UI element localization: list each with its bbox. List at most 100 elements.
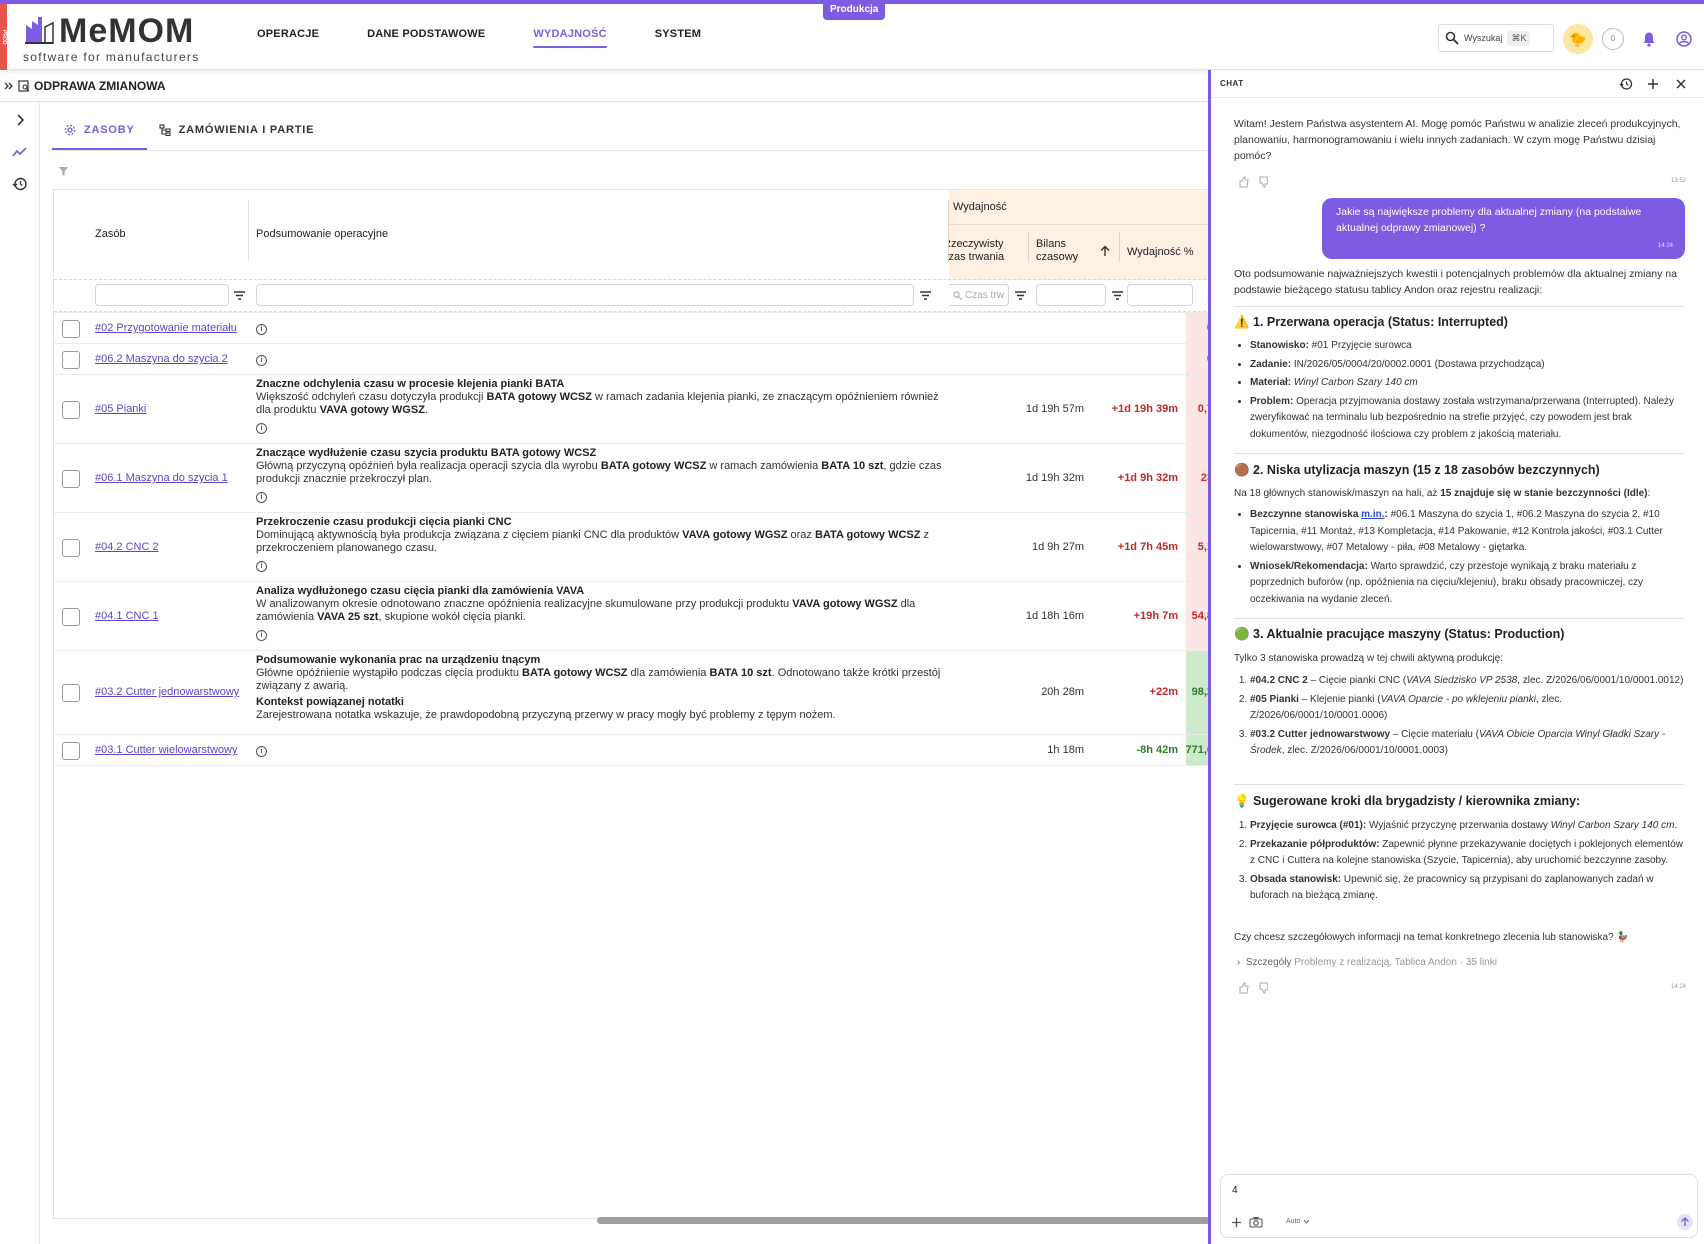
header-resource[interactable]: Zasób bbox=[95, 228, 126, 240]
table-row[interactable]: 0,7 #05 Pianki Znaczne odchylenia czasu w … bbox=[54, 374, 1209, 444]
row-checkbox[interactable] bbox=[62, 539, 80, 557]
nav-item-operacje[interactable]: OPERACJE bbox=[257, 28, 319, 40]
expand-chevron-icon[interactable] bbox=[12, 112, 28, 128]
row-checkbox[interactable] bbox=[62, 684, 80, 702]
trend-chart-icon[interactable] bbox=[12, 144, 28, 160]
search-shortcut: ⌘K bbox=[1507, 30, 1531, 46]
nav-item-wydajnosc[interactable]: WYDAJNOŚĆ bbox=[533, 28, 608, 48]
balance-filter-input[interactable] bbox=[1036, 284, 1106, 306]
chevron-down-icon bbox=[1304, 1219, 1310, 1224]
tab-zasoby[interactable]: ZASOBY bbox=[52, 112, 147, 150]
efficiency-cell: 0,7 bbox=[1186, 375, 1209, 444]
section-separator bbox=[1234, 784, 1684, 785]
resource-link[interactable]: #02 Przygotowanie materiału bbox=[95, 322, 237, 334]
duration-filter-icon[interactable] bbox=[1015, 291, 1026, 301]
user-message-timestamp: 14:24 bbox=[1657, 243, 1673, 249]
feedback-thumbs-icon[interactable] bbox=[1238, 176, 1268, 188]
sort-ascending-icon[interactable] bbox=[1100, 245, 1110, 257]
resource-link[interactable]: #05 Pianki bbox=[95, 403, 146, 415]
camera-icon[interactable] bbox=[1249, 1216, 1263, 1228]
section-4-title: 💡 Sugerowane kroki dla brygadzisty / kie… bbox=[1234, 794, 1581, 808]
s4-item: Przyjęcie surowca (#01): Wyjaśnić przycz… bbox=[1250, 818, 1684, 835]
attach-plus-icon[interactable] bbox=[1231, 1217, 1242, 1228]
resource-filter-icon[interactable] bbox=[234, 291, 245, 301]
row-checkbox[interactable] bbox=[62, 742, 80, 760]
s1-item: Materiał: Winyl Carbon Szary 140 cm bbox=[1250, 375, 1684, 392]
table-row[interactable]: 0 #06.2 Maszyna do szycia 2 i bbox=[54, 343, 1209, 375]
row-checkbox[interactable] bbox=[62, 608, 80, 626]
new-chat-plus-icon[interactable] bbox=[1646, 77, 1660, 91]
operational-summary: Analiza wydłużonego czasu cięcia pianki … bbox=[256, 585, 916, 641]
row-checkbox[interactable] bbox=[62, 470, 80, 488]
s4-item: Obsada stanowisk: Upewnić się, że pracow… bbox=[1250, 872, 1684, 905]
table-row[interactable]: 0 #02 Przygotowanie materiału i bbox=[54, 312, 1209, 344]
summary-filter-input[interactable] bbox=[256, 284, 914, 306]
operational-summary: Przekroczenie czasu produkcji cięcia pia… bbox=[256, 516, 930, 572]
s2-item: Wniosek/Rekomendacja: Warto sprawdzić, c… bbox=[1250, 559, 1684, 609]
table-row[interactable]: 23 #06.1 Maszyna do szycia 1 Znaczące wydł… bbox=[54, 443, 1209, 513]
efficiency-group-header: Wydajność bbox=[953, 201, 1007, 213]
details-disclosure[interactable]: › Szczegóły Problemy z realizacją, Tabli… bbox=[1237, 957, 1497, 968]
resource-link[interactable]: #06.1 Maszyna do szycia 1 bbox=[95, 472, 228, 484]
efficiency-cell: 5,1 bbox=[1186, 513, 1209, 582]
header-summary[interactable]: Podsumowanie operacyjne bbox=[256, 228, 388, 240]
bell-icon[interactable] bbox=[1641, 31, 1657, 47]
time-balance: +1d 19h 39m bbox=[1111, 403, 1178, 415]
tab-zamowienia[interactable]: ZAMÓWIENIA I PARTIE bbox=[147, 112, 327, 148]
close-icon[interactable] bbox=[1674, 77, 1688, 91]
row-checkbox[interactable] bbox=[62, 351, 80, 369]
resource-link[interactable]: #06.2 Maszyna do szycia 2 bbox=[95, 353, 228, 365]
row-checkbox[interactable] bbox=[62, 401, 80, 419]
chat-input-box[interactable]: 4 Auto bbox=[1220, 1174, 1698, 1238]
hierarchy-icon bbox=[159, 124, 171, 136]
double-chevron-right-icon[interactable] bbox=[4, 81, 14, 91]
resource-link[interactable]: #04.2 CNC 2 bbox=[95, 541, 159, 553]
resource-filter-input[interactable] bbox=[95, 284, 229, 306]
resource-link[interactable]: #03.1 Cutter wielowarstwowy bbox=[95, 744, 237, 756]
search-icon bbox=[1445, 31, 1459, 45]
row-checkbox[interactable] bbox=[62, 320, 80, 338]
nav-item-dane-podstawowe[interactable]: DANE PODSTAWOWE bbox=[367, 28, 485, 40]
time-balance: +19h 7m bbox=[1133, 610, 1178, 622]
resource-link[interactable]: #04.1 CNC 1 bbox=[95, 610, 159, 622]
table-row[interactable]: 98,2 #03.2 Cutter jednowarstwowy Podsumowa… bbox=[54, 650, 1209, 735]
section-1-title: ⚠️ 1. Przerwana operacja (Status: Interr… bbox=[1234, 315, 1508, 329]
chat-input-text[interactable]: 4 bbox=[1232, 1185, 1238, 1196]
model-mode-select[interactable]: Auto bbox=[1286, 1218, 1310, 1225]
feedback-thumbs-icon[interactable] bbox=[1238, 982, 1268, 994]
table-row[interactable]: 54,8 #04.1 CNC 1 Analiza wydłużonego czasu… bbox=[54, 581, 1209, 651]
s1-item: Stanowisko: #01 Przyjęcie surowca bbox=[1250, 338, 1684, 355]
table-row[interactable]: 771,6 #03.1 Cutter wielowarstwowy i 1h 18m -… bbox=[54, 734, 1209, 766]
answer-intro: Oto podsumowanie najważniejszych kwestii… bbox=[1234, 268, 1677, 296]
table-row[interactable]: 5,1 #04.2 CNC 2 Przekroczenie czasu produk… bbox=[54, 512, 1209, 582]
filter-icon[interactable] bbox=[58, 166, 69, 177]
header-balance[interactable]: Bilans czasowy bbox=[1036, 238, 1081, 264]
horizontal-scrollbar[interactable] bbox=[597, 1217, 1210, 1224]
duration-filter-input[interactable]: Czas trw bbox=[949, 284, 1009, 306]
resource-link[interactable]: #03.2 Cutter jednowarstwowy bbox=[95, 686, 239, 698]
efficiency-value: 771,6 bbox=[1186, 744, 1209, 756]
send-button[interactable] bbox=[1677, 1214, 1693, 1230]
nav-item-system[interactable]: SYSTEM bbox=[655, 28, 701, 40]
s4-item: Przekazanie półproduktów: Zapewnić płynn… bbox=[1250, 837, 1684, 870]
header-actual-duration[interactable]: Rzeczywisty czas trwania bbox=[949, 238, 1009, 266]
time-balance: +1d 7h 45m bbox=[1117, 541, 1178, 553]
chat-panel: CHAT Witam! Jestem Państwa asystentem AI… bbox=[1211, 70, 1704, 1244]
balance-filter-icon[interactable] bbox=[1112, 291, 1123, 301]
assistant-duck-avatar[interactable]: 🐤 bbox=[1563, 24, 1593, 54]
history-icon[interactable] bbox=[1619, 77, 1633, 91]
header-efficiency[interactable]: Wydajność % bbox=[1127, 246, 1194, 258]
model-mode-label: Auto bbox=[1286, 1218, 1301, 1225]
history-icon[interactable] bbox=[12, 176, 28, 192]
user-account-icon[interactable] bbox=[1676, 31, 1692, 47]
summary-filter-icon[interactable] bbox=[920, 291, 931, 301]
environment-badge: Produkcja bbox=[823, 0, 886, 20]
notification-counter[interactable]: 0 bbox=[1602, 28, 1624, 50]
search-button[interactable]: Wyszukaj ⌘K bbox=[1438, 24, 1554, 52]
s3-item: #04.2 CNC 2 – Cięcie pianki CNC (VAVA Si… bbox=[1250, 673, 1684, 690]
chat-title: CHAT bbox=[1220, 79, 1244, 88]
efficiency-filter-input[interactable] bbox=[1127, 284, 1193, 306]
time-balance: +1d 9h 32m bbox=[1117, 472, 1178, 484]
report-search-icon bbox=[18, 79, 30, 92]
section-2-intro: Na 18 głównych stanowisk/maszyn na hali,… bbox=[1234, 488, 1651, 499]
